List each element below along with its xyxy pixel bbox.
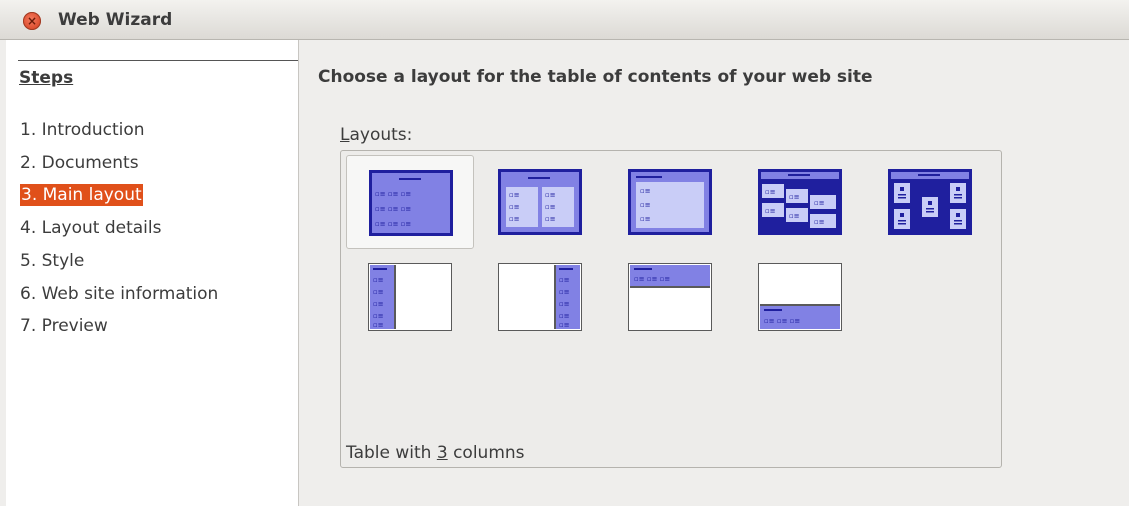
layout-frame-right-thumbnail: ▫≡ ▫≡ ▫≡ ▫≡ ▫≡ [498, 263, 582, 331]
window-title: Web Wizard [58, 10, 173, 30]
step-main-layout[interactable]: 3. Main layout [20, 184, 143, 206]
svg-text:▫≡: ▫≡ [559, 300, 570, 308]
svg-text:▫≡: ▫≡ [789, 212, 800, 220]
svg-text:▫≡: ▫≡ [765, 188, 776, 196]
close-icon[interactable]: × [23, 12, 41, 30]
layout-frame-left[interactable]: ▫≡ ▫≡ ▫≡ ▫≡ ▫≡ [346, 250, 474, 344]
svg-text:▫≡: ▫≡ [559, 312, 570, 320]
layout-table-3-columns[interactable]: ▫≡ ▫≡ ▫≡ ▫≡ ▫≡ ▫≡ ▫≡ ▫≡ ▫≡ [346, 155, 474, 249]
step-style[interactable]: 5. Style [19, 250, 85, 272]
svg-text:▫≡: ▫≡ [509, 203, 520, 211]
svg-text:▫≡: ▫≡ [559, 321, 570, 329]
layout-frame-left-thumbnail: ▫≡ ▫≡ ▫≡ ▫≡ ▫≡ [368, 263, 452, 331]
steps-panel: Steps 1. Introduction 2. Documents 3. Ma… [6, 40, 299, 506]
layout-frame-bottom-thumbnail: ▫≡ ▫≡ ▫≡ [758, 263, 842, 331]
svg-text:▫≡: ▫≡ [545, 191, 556, 199]
svg-text:▫≡: ▫≡ [640, 187, 651, 195]
description-after: columns [447, 443, 525, 463]
svg-text:▫≡ ▫≡ ▫≡: ▫≡ ▫≡ ▫≡ [375, 205, 411, 213]
description-mnemonic: 3 [436, 443, 448, 463]
layout-description: Table with 3 columns [346, 443, 525, 463]
svg-text:▫≡: ▫≡ [814, 218, 825, 226]
layout-zigzag-thumbnail [888, 169, 972, 235]
layout-table-2-columns-thumbnail: ▫≡ ▫≡ ▫≡ ▫≡ ▫≡ ▫≡ [498, 169, 582, 235]
step-documents[interactable]: 2. Documents [19, 152, 140, 174]
layout-diagonal-thumbnail: ▫≡ ▫≡ ▫≡ ▫≡ ▫≡ ▫≡ [758, 169, 842, 235]
svg-text:▫≡: ▫≡ [545, 215, 556, 223]
svg-text:▫≡: ▫≡ [789, 193, 800, 201]
svg-text:▫≡: ▫≡ [559, 288, 570, 296]
svg-text:▫≡: ▫≡ [373, 300, 384, 308]
svg-text:▫≡: ▫≡ [509, 191, 520, 199]
svg-text:▫≡: ▫≡ [765, 207, 776, 215]
svg-text:▫≡: ▫≡ [509, 215, 520, 223]
step-layout-details[interactable]: 4. Layout details [19, 217, 162, 239]
svg-text:▫≡: ▫≡ [814, 199, 825, 207]
steps-divider [18, 60, 298, 61]
layouts-label: Layouts: [340, 125, 412, 145]
svg-text:▫≡ ▫≡ ▫≡: ▫≡ ▫≡ ▫≡ [375, 190, 411, 198]
layout-diagonal[interactable]: ▫≡ ▫≡ ▫≡ ▫≡ ▫≡ ▫≡ [736, 155, 864, 249]
layout-frame-bottom[interactable]: ▫≡ ▫≡ ▫≡ [736, 250, 864, 344]
step-preview[interactable]: 7. Preview [19, 315, 109, 337]
step-web-site-information[interactable]: 6. Web site information [19, 283, 219, 305]
svg-text:▫≡: ▫≡ [640, 201, 651, 209]
layout-frame-right[interactable]: ▫≡ ▫≡ ▫≡ ▫≡ ▫≡ [476, 250, 604, 344]
svg-text:▫≡ ▫≡ ▫≡: ▫≡ ▫≡ ▫≡ [634, 275, 670, 283]
svg-text:▫≡ ▫≡ ▫≡: ▫≡ ▫≡ ▫≡ [764, 317, 800, 325]
step-introduction[interactable]: 1. Introduction [19, 119, 146, 141]
svg-text:▫≡: ▫≡ [640, 215, 651, 223]
description-before: Table with [346, 443, 437, 463]
layouts-label-text: ayouts: [349, 125, 413, 145]
svg-text:▫≡: ▫≡ [545, 203, 556, 211]
svg-text:▫≡ ▫≡ ▫≡: ▫≡ ▫≡ ▫≡ [375, 220, 411, 228]
layout-frame-top-thumbnail: ▫≡ ▫≡ ▫≡ [628, 263, 712, 331]
layout-simple[interactable]: ▫≡ ▫≡ ▫≡ [606, 155, 734, 249]
svg-text:▫≡: ▫≡ [559, 276, 570, 284]
steps-heading: Steps [19, 68, 74, 88]
svg-text:▫≡: ▫≡ [373, 276, 384, 284]
layout-table-2-columns[interactable]: ▫≡ ▫≡ ▫≡ ▫≡ ▫≡ ▫≡ [476, 155, 604, 249]
svg-text:▫≡: ▫≡ [373, 321, 384, 329]
svg-text:▫≡: ▫≡ [373, 288, 384, 296]
page-title: Choose a layout for the table of content… [318, 67, 873, 87]
svg-text:▫≡: ▫≡ [373, 312, 384, 320]
title-bar: × Web Wizard [0, 0, 1129, 40]
layout-zigzag[interactable] [866, 155, 994, 249]
layout-simple-thumbnail: ▫≡ ▫≡ ▫≡ [628, 169, 712, 235]
layout-frame-top[interactable]: ▫≡ ▫≡ ▫≡ [606, 250, 734, 344]
layout-table-3-columns-thumbnail: ▫≡ ▫≡ ▫≡ ▫≡ ▫≡ ▫≡ ▫≡ ▫≡ ▫≡ [369, 170, 453, 236]
